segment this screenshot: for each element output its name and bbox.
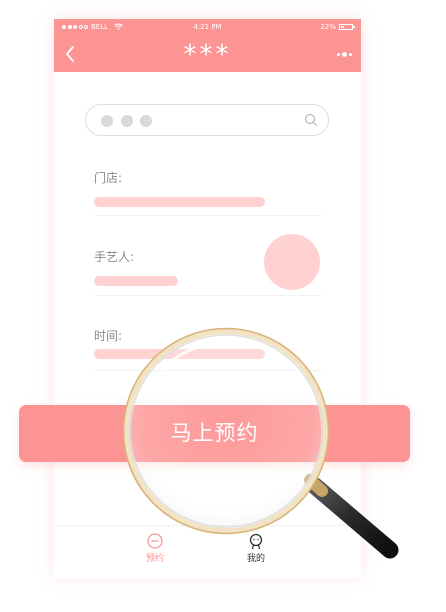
time-label: 时间: (94, 329, 123, 343)
phone-frame: BELL 4:21 PM 22% *** 门店: 手艺人: 时间: 预约 我的 (54, 19, 361, 578)
page-title: *** (183, 40, 232, 70)
divider (94, 370, 321, 371)
search-input[interactable] (85, 104, 329, 136)
store-value-placeholder[interactable] (94, 197, 265, 207)
placeholder-dot (140, 115, 152, 127)
placeholder-dot (121, 115, 133, 127)
battery-status: 22% (320, 23, 355, 31)
artisan-label: 手艺人: (94, 250, 135, 264)
divider (94, 215, 321, 216)
artisan-value-placeholder[interactable] (94, 276, 178, 286)
status-time: 4:21 PM (193, 23, 222, 31)
store-label: 门店: (94, 171, 123, 185)
tab-bar: 预约 我的 (54, 525, 361, 578)
tab-booking[interactable]: 预约 (125, 532, 185, 564)
placeholder-dot (101, 115, 113, 127)
divider (94, 295, 321, 296)
status-bar: BELL 4:21 PM 22% (54, 19, 361, 36)
nav-bar: *** (54, 36, 361, 72)
tab-booking-label: 预约 (145, 554, 164, 564)
booking-icon (147, 533, 163, 549)
artisan-avatar[interactable] (264, 234, 320, 290)
battery-percent: 22% (320, 23, 336, 31)
more-button[interactable] (337, 49, 353, 59)
more-dots-icon (337, 52, 340, 56)
battery-icon (339, 24, 355, 30)
search-icon[interactable] (304, 113, 318, 127)
tab-mine-label: 我的 (246, 554, 265, 564)
time-value-placeholder[interactable] (94, 349, 265, 359)
tab-mine[interactable]: 我的 (226, 532, 286, 564)
book-now-button[interactable]: 马上预约 (19, 405, 410, 462)
user-icon (249, 533, 263, 550)
